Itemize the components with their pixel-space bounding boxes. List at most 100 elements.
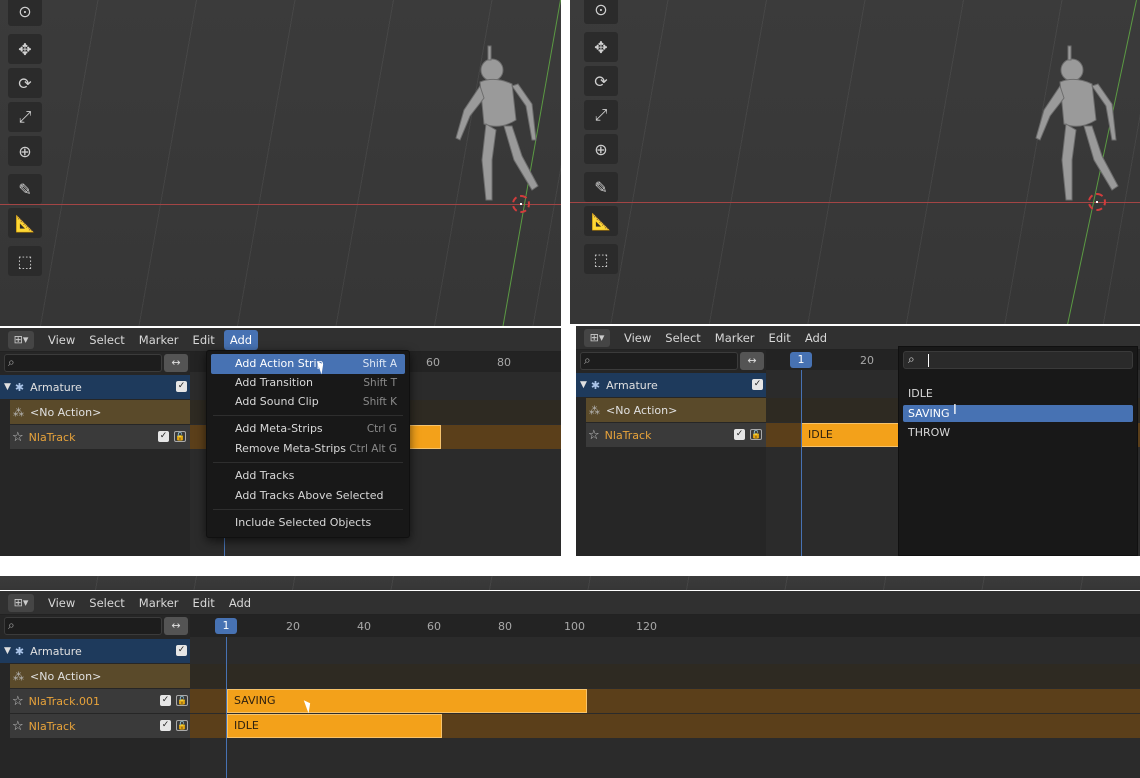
scale-tool-icon[interactable]: ⤢: [584, 100, 618, 130]
noaction-band: [190, 664, 1140, 688]
menu-add[interactable]: Add: [805, 331, 827, 345]
menu-item-add-transition[interactable]: Add Transition Shift T: [211, 373, 405, 393]
track-mute-checkbox[interactable]: ✓: [734, 429, 745, 440]
playhead[interactable]: [801, 370, 802, 556]
action-option-saving[interactable]: SAVING: [903, 405, 1133, 422]
channel-armature[interactable]: ▼ ✱ Armature ✓: [0, 639, 190, 663]
star-icon[interactable]: ☆: [588, 428, 600, 443]
menu-marker[interactable]: Marker: [139, 333, 179, 347]
search-input[interactable]: ⌕: [4, 354, 162, 372]
timeline-region[interactable]: 1 20 40 60 80 100 120 SAVING IDLE: [190, 615, 1140, 778]
menu-view[interactable]: View: [48, 596, 75, 610]
track-mute-checkbox[interactable]: ✓: [160, 720, 171, 731]
armature-checkbox[interactable]: ✓: [752, 379, 763, 390]
nla-editor-icon[interactable]: ⊞▾: [8, 593, 34, 612]
viewport-top-right[interactable]: ⊙ ✥ ⟳ ⤢ ⊕ ✎ 📐 ⬚: [570, 0, 1140, 324]
armature-checkbox[interactable]: ✓: [176, 645, 187, 656]
menu-edit[interactable]: Edit: [193, 333, 215, 347]
measure-tool-icon[interactable]: 📐: [8, 208, 42, 238]
search-input[interactable]: ⌕: [580, 352, 738, 370]
channel-nlatrack-001[interactable]: ☆ NlaTrack.001 ✓ 🔓: [10, 689, 190, 713]
expand-arrow-icon[interactable]: ▼: [580, 380, 587, 390]
expand-arrow-icon[interactable]: ▼: [4, 382, 11, 392]
lock-icon[interactable]: 🔓: [750, 429, 762, 440]
action-strip-idle[interactable]: IDLE: [801, 423, 901, 447]
transform-tool-icon[interactable]: ⊕: [8, 136, 42, 166]
menu-view[interactable]: View: [48, 333, 75, 347]
rotate-tool-icon[interactable]: ⟳: [8, 68, 42, 98]
channel-nlatrack[interactable]: ☆ NlaTrack ✓ 🔓: [10, 425, 190, 449]
action-strip-saving[interactable]: SAVING: [227, 689, 587, 713]
star-icon[interactable]: ☆: [12, 430, 24, 445]
menu-separator: [213, 462, 403, 463]
menu-edit[interactable]: Edit: [769, 331, 791, 345]
nla-editor-icon[interactable]: ⊞▾: [584, 328, 610, 347]
transform-tool-icon[interactable]: ⊕: [584, 134, 618, 164]
ruler-tick: 60: [427, 620, 441, 633]
track-mute-checkbox[interactable]: ✓: [158, 431, 169, 442]
menu-marker[interactable]: Marker: [715, 331, 755, 345]
scale-tool-icon[interactable]: ⤢: [8, 102, 42, 132]
menu-item-remove-meta-strips[interactable]: Remove Meta-Strips Ctrl Alt G: [211, 439, 405, 459]
menu-add[interactable]: Add: [223, 329, 259, 350]
frame-ruler[interactable]: 1 20 40 60 80 100 120: [190, 615, 1140, 637]
add-cube-tool-icon[interactable]: ⬚: [584, 244, 618, 274]
menu-item-add-meta-strips[interactable]: Add Meta-Strips Ctrl G: [211, 419, 405, 439]
nla-editor-icon[interactable]: ⊞▾: [8, 330, 34, 349]
channel-no-action[interactable]: ⁂ <No Action>: [10, 664, 190, 688]
channel-armature[interactable]: ▼ ✱ Armature ✓: [576, 373, 766, 397]
star-icon[interactable]: ☆: [12, 719, 24, 734]
cursor-tool-icon[interactable]: ⊙: [8, 0, 42, 26]
move-tool-icon[interactable]: ✥: [584, 32, 618, 62]
menu-add[interactable]: Add: [229, 596, 251, 610]
channel-nlatrack[interactable]: ☆ NlaTrack ✓ 🔓: [586, 423, 766, 447]
channel-armature[interactable]: ▼ ✱ Armature ✓: [0, 375, 190, 399]
channel-no-action[interactable]: ⁂ <No Action>: [10, 400, 190, 424]
current-frame-badge[interactable]: 1: [215, 618, 237, 634]
menu-item-include-selected-objects[interactable]: Include Selected Objects: [211, 513, 405, 533]
add-cube-tool-icon[interactable]: ⬚: [8, 246, 42, 276]
menu-edit[interactable]: Edit: [193, 596, 215, 610]
menu-item-add-tracks[interactable]: Add Tracks: [211, 466, 405, 486]
channel-track-label: NlaTrack.001: [28, 694, 100, 708]
swap-icon[interactable]: ↔: [740, 352, 764, 370]
armature-checkbox[interactable]: ✓: [176, 381, 187, 392]
menu-select[interactable]: Select: [665, 331, 700, 345]
action-option-idle[interactable]: IDLE: [903, 385, 1133, 402]
menu-item-add-tracks-above-selected[interactable]: Add Tracks Above Selected: [211, 486, 405, 506]
rotate-tool-icon[interactable]: ⟳: [584, 66, 618, 96]
action-search-input[interactable]: ⌕: [903, 351, 1133, 369]
measure-tool-icon[interactable]: 📐: [584, 206, 618, 236]
swap-icon[interactable]: ↔: [164, 354, 188, 372]
current-frame-badge[interactable]: 1: [790, 352, 812, 368]
armature-icon: ✱: [14, 380, 25, 394]
annotate-tool-icon[interactable]: ✎: [584, 172, 618, 202]
star-icon[interactable]: ☆: [12, 694, 24, 709]
ruler-tick: 100: [564, 620, 585, 633]
menu-item-add-sound-clip[interactable]: Add Sound Clip Shift K: [211, 392, 405, 412]
cursor-tool-icon[interactable]: ⊙: [584, 0, 618, 24]
lock-icon[interactable]: 🔓: [176, 695, 188, 706]
track-mute-checkbox[interactable]: ✓: [160, 695, 171, 706]
channel-armature-label: Armature: [606, 378, 658, 392]
expand-arrow-icon[interactable]: ▼: [4, 646, 11, 656]
search-input[interactable]: ⌕: [4, 617, 162, 635]
lock-icon[interactable]: 🔓: [176, 720, 188, 731]
menu-select[interactable]: Select: [89, 333, 124, 347]
menu-separator: [213, 415, 403, 416]
lock-icon[interactable]: 🔓: [174, 431, 186, 442]
playhead[interactable]: [224, 536, 225, 556]
annotate-tool-icon[interactable]: ✎: [8, 174, 42, 204]
channel-no-action[interactable]: ⁂ <No Action>: [586, 398, 766, 422]
move-tool-icon[interactable]: ✥: [8, 34, 42, 64]
swap-icon[interactable]: ↔: [164, 617, 188, 635]
menu-item-add-action-strip[interactable]: Add Action Strip Shift A: [211, 354, 405, 374]
menu-marker[interactable]: Marker: [139, 596, 179, 610]
playhead[interactable]: [226, 637, 227, 778]
menu-view[interactable]: View: [624, 331, 651, 345]
menu-select[interactable]: Select: [89, 596, 124, 610]
action-option-throw[interactable]: THROW: [903, 424, 1133, 441]
channel-nlatrack[interactable]: ☆ NlaTrack ✓ 🔓: [10, 714, 190, 738]
viewport-top-left[interactable]: ⊙ ✥ ⟳ ⤢ ⊕ ✎ 📐 ⬚: [0, 0, 561, 326]
action-strip-idle[interactable]: IDLE: [227, 714, 442, 738]
